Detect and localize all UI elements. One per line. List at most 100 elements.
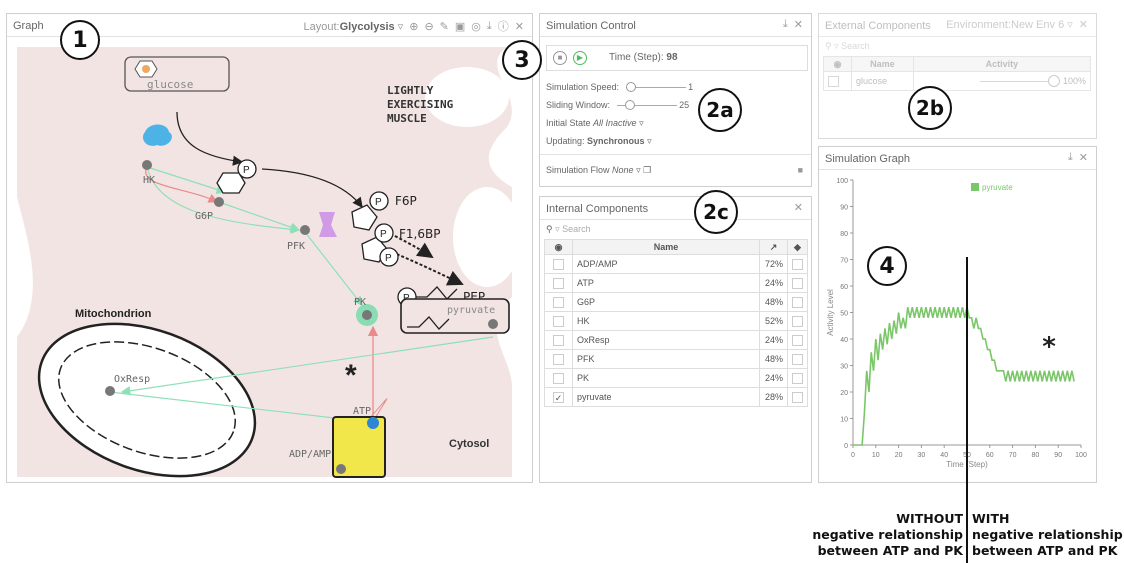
row-checkbox[interactable]: [553, 315, 564, 327]
pin-checkbox[interactable]: [787, 387, 808, 407]
svg-text:P: P: [380, 229, 387, 240]
divider-line: [966, 257, 968, 563]
component-value: 24%: [759, 330, 788, 350]
pin-checkbox[interactable]: [787, 292, 808, 312]
pencil-icon[interactable]: ✎: [440, 20, 449, 33]
table-row[interactable]: ADP/AMP 72%: [544, 254, 808, 274]
external-components-panel: External Components Environment:New Env …: [818, 13, 1097, 139]
pin-checkbox[interactable]: [787, 273, 808, 293]
col-name[interactable]: Name: [572, 239, 760, 255]
visibility-icon[interactable]: ◉: [544, 239, 573, 255]
simulation-control-panel: Simulation Control ⤓ ✕ ■ ▶ Time (Step): 9…: [539, 13, 812, 187]
row-checkbox[interactable]: [553, 277, 564, 289]
zoom-out-icon[interactable]: ⊖: [424, 20, 433, 33]
pin-checkbox[interactable]: [787, 368, 808, 388]
stop-icon[interactable]: ■: [553, 51, 567, 65]
component-value: 72%: [759, 254, 788, 274]
environment-select[interactable]: Environment:New Env 6 ▿: [946, 18, 1073, 31]
component-value: 48%: [759, 292, 788, 312]
updating-select[interactable]: Updating: Synchronous ▿: [546, 136, 652, 147]
caption-without: WITHOUT negative relationship between AT…: [812, 511, 963, 558]
download-icon[interactable]: ⤓: [1068, 151, 1073, 164]
row-checkbox[interactable]: [828, 75, 839, 87]
flow-select[interactable]: Simulation Flow None ▿ ❐: [546, 165, 651, 176]
component-name: ADP/AMP: [572, 254, 760, 274]
pin-checkbox[interactable]: [787, 254, 808, 274]
row-checkbox[interactable]: [553, 334, 564, 346]
table-row[interactable]: PFK 48%: [544, 349, 808, 369]
initial-state-select[interactable]: Initial State All Inactive ▿: [546, 118, 644, 129]
play-icon[interactable]: ▶: [573, 51, 587, 65]
x-tick-label: 80: [1032, 452, 1040, 459]
close-icon[interactable]: ✕: [1079, 18, 1088, 31]
download-icon[interactable]: ⤓: [783, 18, 788, 31]
internal-components-title: Internal Components: [546, 203, 649, 215]
y-tick-label: 60: [840, 284, 848, 291]
badge-2b: 2b: [908, 86, 952, 130]
pfk-label: PFK: [287, 241, 305, 252]
pathway-canvas: glucose HK P G6P PFK P F6P P P F1,6BP P …: [17, 47, 521, 478]
f6p-label: F6P: [395, 194, 417, 208]
camera-icon[interactable]: ▣: [455, 20, 465, 33]
component-value: 24%: [759, 273, 788, 293]
component-value: 48%: [759, 349, 788, 369]
video-icon[interactable]: ■: [798, 165, 803, 175]
table-row[interactable]: HK 52%: [544, 311, 808, 331]
activity-slider[interactable]: [980, 75, 1061, 88]
window-slider[interactable]: [616, 100, 677, 111]
simulation-graph-title: Simulation Graph: [825, 153, 910, 165]
search-input[interactable]: ⚲ ▿ Search: [546, 224, 591, 235]
x-tick-label: 20: [895, 452, 903, 459]
row-checkbox[interactable]: [553, 353, 564, 365]
graph-panel-title: Graph: [13, 20, 44, 32]
badge-2a: 2a: [698, 88, 742, 132]
close-icon[interactable]: ✕: [515, 20, 524, 33]
x-tick-label: 0: [851, 452, 855, 459]
search-icon: ⚲: [546, 224, 553, 234]
hide-icon[interactable]: ◎: [471, 20, 481, 33]
table-row[interactable]: ✓ pyruvate 28%: [544, 387, 808, 407]
x-tick-label: 70: [1009, 452, 1017, 459]
svg-text:P: P: [375, 197, 382, 208]
table-row[interactable]: PK 24%: [544, 368, 808, 388]
row-checkbox[interactable]: [553, 258, 564, 270]
adpamp-label: ADP/AMP: [289, 449, 331, 460]
trend-icon[interactable]: ↗: [759, 239, 788, 255]
close-icon[interactable]: ✕: [794, 18, 803, 31]
table-row[interactable]: G6P 48%: [544, 292, 808, 312]
row-checkbox[interactable]: ✓: [553, 391, 564, 403]
pin-icon[interactable]: ◆: [787, 239, 808, 255]
oxresp-label: OxResp: [114, 374, 150, 385]
g6p-node: [214, 197, 224, 207]
close-icon[interactable]: ✕: [794, 201, 803, 214]
row-checkbox[interactable]: [553, 372, 564, 384]
table-row[interactable]: glucose 100%: [823, 71, 1092, 91]
glucose-label: glucose: [147, 78, 193, 91]
time-label: Time (Step):: [609, 52, 664, 63]
speed-slider[interactable]: [625, 82, 686, 93]
zoom-in-icon[interactable]: ⊕: [409, 20, 418, 33]
y-tick-label: 0: [844, 443, 848, 450]
y-tick-label: 20: [840, 390, 848, 397]
table-row[interactable]: ATP 24%: [544, 273, 808, 293]
atp-label: ATP: [353, 406, 371, 417]
pin-checkbox[interactable]: [787, 349, 808, 369]
x-tick-label: 90: [1054, 452, 1062, 459]
external-search-input[interactable]: ⚲ ▿ Search: [825, 41, 870, 52]
visibility-icon[interactable]: ◉: [823, 56, 852, 72]
download-icon[interactable]: ⤓: [487, 20, 492, 33]
cytosol-label: Cytosol: [449, 438, 489, 450]
pin-checkbox[interactable]: [787, 311, 808, 331]
info-icon[interactable]: ⓘ: [498, 18, 509, 34]
external-components-title: External Components: [825, 20, 931, 32]
external-components-table: ◉ Name Activity glucose 100%: [823, 56, 1092, 91]
component-name: HK: [572, 311, 760, 331]
row-checkbox[interactable]: [553, 296, 564, 308]
close-icon[interactable]: ✕: [1079, 151, 1088, 164]
table-row[interactable]: OxResp 24%: [544, 330, 808, 350]
time-value: 98: [666, 52, 678, 63]
x-tick-label: 100: [1075, 452, 1087, 459]
y-axis-label: Activity Level: [826, 289, 835, 336]
layout-label[interactable]: Layout:Glycolysis ▿: [304, 20, 404, 33]
pin-checkbox[interactable]: [787, 330, 808, 350]
